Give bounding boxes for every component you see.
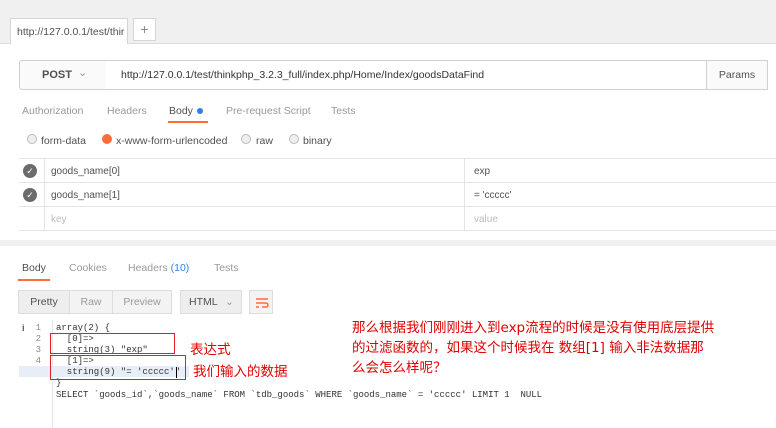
tab-body-label: Body [169,105,193,117]
radio-raw-label: raw [256,135,273,147]
line-number: 2 [35,334,41,344]
pretty-button[interactable]: Pretty [18,290,70,314]
response-tab-headers[interactable]: Headers (10) [128,262,189,274]
note-line: 么会怎么样呢？ [352,360,447,376]
add-tab-button[interactable]: + [133,18,156,41]
radio-raw[interactable] [241,134,251,144]
annotation-input-data: 我们输入的数据 [193,364,288,380]
code-line: SELECT `goods_id`,`goods_name` FROM `tdb… [56,390,543,400]
annotation-expression: 表达式 [190,342,231,358]
params-button[interactable]: Params [706,60,768,90]
tab-pre-request-script[interactable]: Pre-request Script [226,105,311,117]
response-tab-tests[interactable]: Tests [214,262,239,274]
form-key[interactable]: goods_name[1] [51,190,120,201]
tab-tests[interactable]: Tests [331,105,356,117]
form-value[interactable]: exp [474,166,490,177]
line-number: 3 [35,345,41,355]
wrap-icon [256,298,269,308]
line-number: 1 [35,323,41,333]
row-divider [19,182,776,183]
checkbox-icon[interactable]: ✓ [23,188,37,202]
body-indicator-icon [196,108,203,115]
radio-binary[interactable] [289,134,299,144]
radio-urlencoded[interactable] [102,134,112,144]
chevron-down-icon: ⌄ [78,67,88,79]
radio-form-data[interactable] [27,134,37,144]
section-gap [0,240,776,246]
preview-button[interactable]: Preview [112,290,172,314]
headers-count: (10) [170,262,190,274]
row-divider [19,206,776,207]
code-line: array(2) { [56,323,111,333]
row-divider [19,230,776,231]
response-tab-underline [18,279,50,281]
form-value[interactable]: = 'ccccc' [474,190,511,201]
radio-urlencoded-label: x-www-form-urlencoded [116,135,228,147]
raw-button[interactable]: Raw [69,290,113,314]
response-tab-cookies[interactable]: Cookies [69,262,107,274]
column-divider [44,158,45,230]
form-key[interactable]: goods_name[0] [51,166,120,177]
highlight-box-input [50,355,186,380]
line-number: 4 [35,356,41,366]
tab-authorization[interactable]: Authorization [22,105,83,117]
method-label: POST [42,69,72,81]
new-value-input[interactable]: value [474,214,498,225]
url-text: http://127.0.0.1/test/thinkphp_3.2.3_ful… [121,69,485,81]
note-line: 的过滤函数的，如果这个时候我在 数组[1] 输入非法数据那 [352,340,704,356]
format-label: HTML [189,296,218,308]
tab-headers[interactable]: Headers [107,105,147,117]
response-tab-headers-label: Headers [128,262,168,274]
response-tab-body[interactable]: Body [22,262,46,274]
request-tab[interactable]: http://127.0.0.1/test/thir [10,18,128,44]
radio-binary-label: binary [303,135,332,147]
highlight-box-expression [50,333,175,354]
radio-form-data-label: form-data [41,135,86,147]
active-tab-underline [168,121,208,123]
row-divider [19,158,776,159]
format-select[interactable]: HTML ⌄ [180,290,242,314]
tab-body[interactable]: Body [169,105,203,117]
wrap-lines-button[interactable] [249,290,273,314]
annotation-note: 那么根据我们刚刚进入到exp流程的时候是没有使用底层提供 的过滤函数的，如果这个… [352,318,776,378]
checkbox-icon[interactable]: ✓ [23,164,37,178]
chevron-down-icon: ⌄ [225,296,234,308]
column-divider [464,158,465,230]
note-line: 那么根据我们刚刚进入到exp流程的时候是没有使用底层提供 [352,320,715,336]
new-key-input[interactable]: key [51,214,67,225]
